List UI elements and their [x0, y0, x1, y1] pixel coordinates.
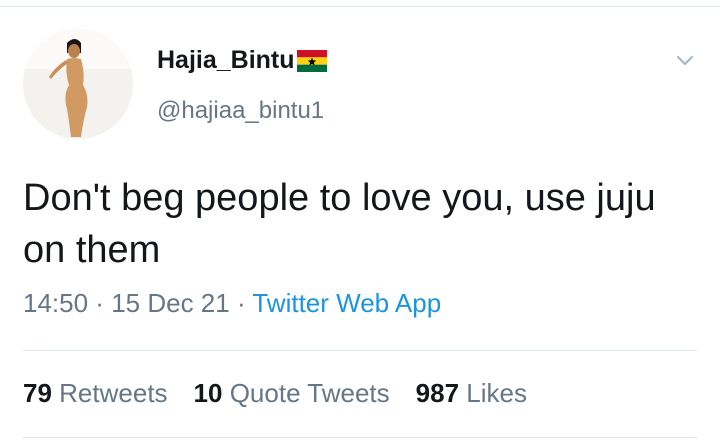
retweets-count: 79	[23, 378, 52, 408]
ghana-flag-icon	[296, 49, 327, 72]
tweet-text: Don't beg people to love you, use juju o…	[23, 177, 656, 271]
retweets-stat[interactable]: 79 Retweets	[23, 378, 168, 409]
quote-tweets-label: Quote Tweets	[229, 378, 390, 408]
quote-tweets-stat[interactable]: 10 Quote Tweets	[194, 378, 390, 409]
likes-stat[interactable]: 987 Likes	[416, 378, 527, 409]
tweet-source-link[interactable]: Twitter Web App	[252, 288, 441, 318]
retweets-label: Retweets	[59, 378, 168, 408]
avatar[interactable]	[23, 29, 133, 139]
quote-tweets-count: 10	[193, 378, 223, 408]
stats-top-divider	[23, 350, 697, 351]
meta-separator: ·	[229, 288, 253, 318]
tweet-time[interactable]: 14:50	[23, 288, 88, 318]
likes-label: Likes	[466, 378, 527, 408]
author-handle[interactable]: @hajiaa_bintu1	[157, 97, 324, 125]
author-name-row[interactable]: Hajia_Bintu	[157, 44, 327, 76]
chevron-down-icon[interactable]	[673, 50, 697, 70]
top-divider	[0, 6, 720, 7]
likes-count: 987	[415, 378, 460, 408]
tweet-meta: 14:50 · 15 Dec 21 · Twitter Web App	[23, 288, 441, 319]
stats-bottom-divider	[23, 437, 697, 438]
profile-photo-icon	[23, 29, 133, 139]
tweet-stats: 79 Retweets 10 Quote Tweets 987 Likes	[23, 378, 553, 409]
tweet-date[interactable]: 15 Dec 21	[111, 288, 230, 318]
author-display-name[interactable]: Hajia_Bintu	[157, 46, 295, 75]
meta-separator: ·	[88, 288, 112, 318]
